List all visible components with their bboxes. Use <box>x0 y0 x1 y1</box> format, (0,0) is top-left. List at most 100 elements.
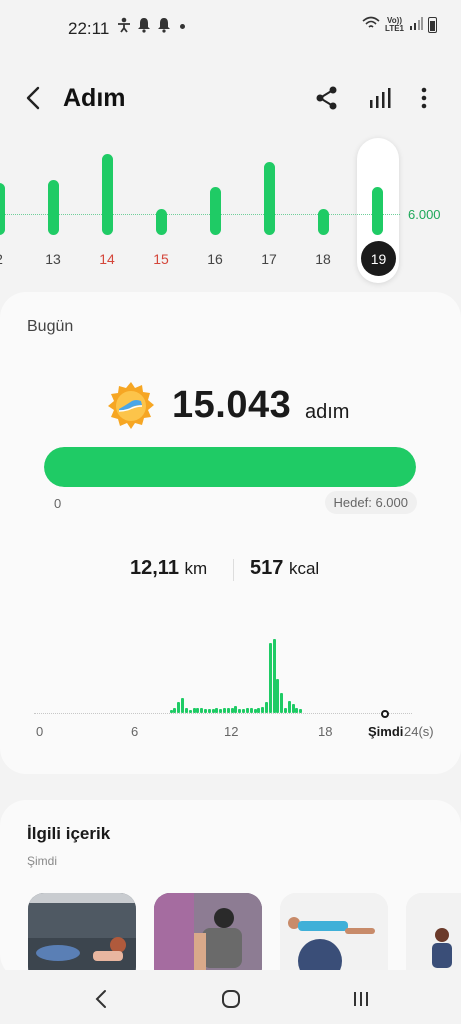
more-notifications-dot <box>180 24 185 29</box>
day-label[interactable]: 13 <box>38 251 68 267</box>
system-nav-bar <box>0 970 461 1024</box>
goal-chip[interactable]: Hedef: 6.000 <box>324 491 417 514</box>
workout-image-2 <box>154 893 262 980</box>
related-thumbnail-1[interactable] <box>28 893 136 980</box>
stats-row: 12,11 km 517 kcal <box>0 557 461 585</box>
related-thumbnail-4[interactable] <box>406 893 461 980</box>
selected-day-label[interactable]: 19 <box>361 241 396 276</box>
page-title: Adım <box>63 84 126 112</box>
lte-indicator: Vo)) LTE1 <box>385 16 404 33</box>
hour-tick-label: 6 <box>131 724 139 739</box>
today-label: Bugün <box>27 318 74 335</box>
nav-recents-button[interactable] <box>346 984 376 1014</box>
hourly-bar <box>264 702 268 713</box>
hourly-bar <box>207 709 211 713</box>
hourly-bar <box>272 639 276 713</box>
hourly-bar <box>196 708 200 713</box>
end-label: 24(s) <box>404 724 434 739</box>
day-bar[interactable] <box>264 162 275 235</box>
hourly-bar <box>249 708 253 713</box>
hourly-bar <box>234 706 238 713</box>
day-bar[interactable] <box>0 183 5 235</box>
day-bar[interactable] <box>372 187 383 235</box>
more-options-button[interactable] <box>408 82 440 114</box>
now-marker <box>381 710 389 718</box>
hourly-bar <box>280 693 284 713</box>
signal-icon <box>409 16 423 33</box>
bell-icon <box>157 17 171 36</box>
trends-button[interactable] <box>364 82 396 114</box>
hourly-bar <box>223 708 226 713</box>
lte-label: LTE1 <box>385 23 404 33</box>
calories-unit: kcal <box>288 559 320 578</box>
day-label[interactable]: 18 <box>308 251 338 267</box>
wifi-icon <box>362 16 380 33</box>
more-vert-icon <box>421 87 427 109</box>
goal-achieved-badge-icon <box>106 381 156 431</box>
app-header: Adım <box>0 70 461 126</box>
now-label: Şimdi <box>368 724 404 739</box>
day-label[interactable]: 14 <box>92 251 122 267</box>
share-button[interactable] <box>311 82 343 114</box>
weekly-steps-strip: 6.000 2 13 14 15 16 17 18 19 <box>0 138 461 286</box>
hourly-steps-chart[interactable]: Şimdi 24(s) 0 6 12 18 <box>0 622 461 772</box>
day-label[interactable]: 17 <box>254 251 284 267</box>
distance-stat: 12,11 km <box>130 557 207 580</box>
calories-value: 517 <box>250 557 284 579</box>
stats-divider <box>233 559 234 581</box>
hourly-bar <box>242 709 246 713</box>
hourly-bar <box>261 707 265 713</box>
workout-image-1 <box>28 893 136 980</box>
day-bar[interactable] <box>48 180 59 235</box>
day-bar[interactable] <box>102 154 113 235</box>
related-thumbnail-2[interactable] <box>154 893 262 980</box>
accessibility-icon <box>117 17 131 36</box>
related-content-card: İlgili içerik Şimdi <box>0 800 461 980</box>
related-thumbnail-3[interactable] <box>280 893 388 980</box>
hour-tick-label: 0 <box>36 724 44 739</box>
hourly-bar <box>230 708 234 713</box>
back-arrow-icon <box>26 86 40 110</box>
hourly-bar <box>253 709 257 713</box>
hourly-bar <box>211 709 215 713</box>
steps-progress-fill <box>44 447 416 487</box>
back-button[interactable] <box>18 82 50 114</box>
hour-tick-label: 18 <box>318 724 333 739</box>
hourly-bar <box>268 643 272 713</box>
goal-label: 6.000 <box>408 207 441 222</box>
hourly-bar <box>287 701 291 713</box>
day-label[interactable]: 2 <box>0 251 14 267</box>
bar-chart-icon <box>370 88 391 108</box>
nav-back-button[interactable] <box>87 984 117 1014</box>
hourly-bar <box>192 708 196 713</box>
day-label[interactable]: 16 <box>200 251 230 267</box>
hourly-bar <box>276 679 280 713</box>
day-bar[interactable] <box>210 187 221 235</box>
day-label[interactable]: 15 <box>146 251 176 267</box>
hourly-bar <box>215 708 219 713</box>
hourly-bar <box>284 708 287 713</box>
hourly-bar <box>203 709 207 713</box>
day-bar[interactable] <box>318 209 329 235</box>
hourly-bar <box>299 709 303 713</box>
day-bar[interactable] <box>156 209 167 235</box>
system-status-icons: Vo)) LTE1 <box>362 16 437 33</box>
related-subtitle: Şimdi <box>27 854 58 868</box>
battery-icon <box>428 16 437 33</box>
hourly-bar <box>219 709 223 713</box>
hourly-bar <box>200 708 204 713</box>
hourly-bar <box>181 698 185 713</box>
related-title: İlgili içerik <box>27 824 111 843</box>
hourly-bar <box>291 704 295 713</box>
hourly-bar <box>177 702 181 713</box>
hourly-baseline <box>34 713 412 714</box>
hourly-bar <box>257 708 261 713</box>
nav-back-icon <box>95 990 106 1008</box>
steps-progress-bar <box>44 447 416 487</box>
nav-home-button[interactable] <box>216 984 246 1014</box>
calories-stat: 517 kcal <box>250 557 319 580</box>
goal-line <box>0 214 400 215</box>
hourly-bar <box>169 710 173 713</box>
today-card: Bugün 15.043 adım 0 Hedef: 6.000 12,11 k… <box>0 292 461 774</box>
distance-unit: km <box>184 559 208 578</box>
